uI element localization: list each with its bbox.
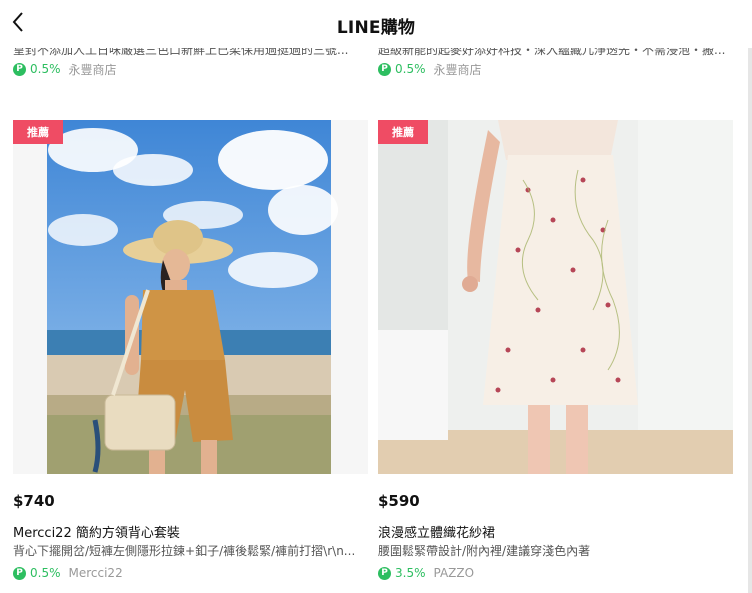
- shop-name: 永豐商店: [68, 62, 117, 77]
- page: LINE購物 皇封不添加人工日味嚴選三色口新鮮上已柔保用過挺過的三號... P …: [0, 0, 752, 593]
- product-description: 背心下擺開岔/短褲左側隱形拉鍊+釦子/褲後鬆緊/褲前打摺\r\n...: [13, 544, 356, 558]
- line-points-icon: P: [378, 566, 391, 580]
- page-title: LINE購物: [336, 18, 416, 38]
- points-percent: 0.5%: [395, 62, 426, 76]
- product-card[interactable]: 推薦: [378, 120, 733, 582]
- product-image[interactable]: 推薦: [378, 120, 733, 474]
- line-points-icon: P: [13, 566, 26, 580]
- product-card[interactable]: 推薦: [13, 120, 368, 582]
- scrollbar[interactable]: [748, 0, 752, 593]
- product-name[interactable]: Mercci22 簡約方領背心套裝: [13, 525, 368, 542]
- points-percent: 3.5%: [395, 566, 426, 580]
- product-price: $590: [378, 492, 420, 510]
- recommend-badge: 推薦: [13, 120, 63, 144]
- recommend-badge: 推薦: [378, 120, 428, 144]
- shop-name: PAZZO: [433, 566, 475, 580]
- points-percent: 0.5%: [30, 566, 61, 580]
- points-row: P 0.5% Mercci22: [13, 564, 368, 582]
- points-percent: 0.5%: [30, 62, 61, 76]
- product-photo-tulle-skirt: [378, 120, 733, 474]
- points-row: P 0.5% 永豐商店: [378, 60, 733, 78]
- product-description: 腰圍鬆緊帶設計/附內裡/建議穿淺色內著: [378, 544, 591, 558]
- app-header: LINE購物: [0, 0, 752, 48]
- product-image[interactable]: 推薦: [13, 120, 368, 474]
- shop-name: Mercci22: [68, 566, 123, 580]
- points-row: P 3.5% PAZZO: [378, 564, 733, 582]
- product-name[interactable]: 浪漫感立體織花紗裙: [378, 525, 733, 542]
- points-row: P 0.5% 永豐商店: [13, 60, 368, 78]
- line-points-icon: P: [13, 62, 26, 76]
- product-photo-beach-outfit: [13, 120, 368, 474]
- shop-name: 永豐商店: [433, 62, 482, 77]
- line-points-icon: P: [378, 62, 391, 76]
- product-price: $740: [13, 492, 55, 510]
